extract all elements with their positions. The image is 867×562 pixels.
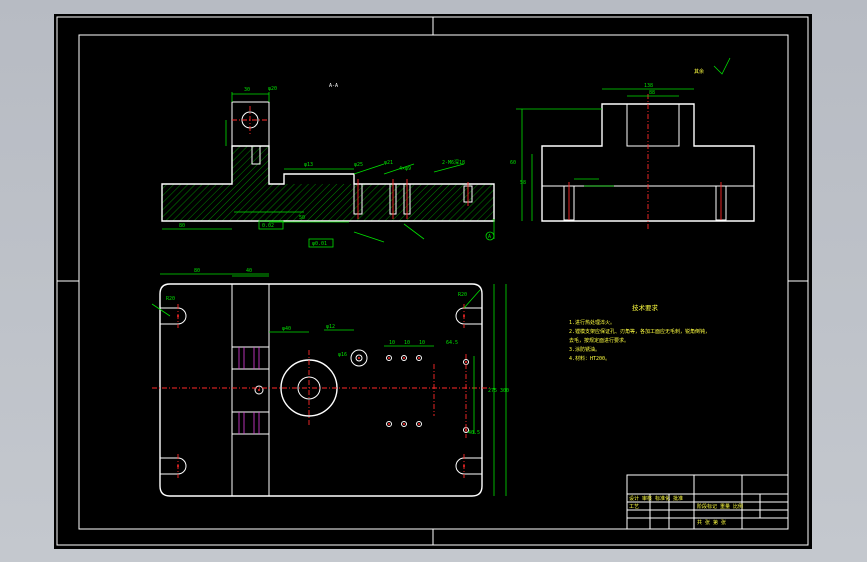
plan-dim-phi40: φ40 — [282, 326, 291, 332]
tech-requirements: 技术要求 1.进行热处理淬火。 2.镗模支架应保证孔、刃角等，各加工面应无毛刺，… — [569, 303, 710, 362]
plan-dim-10b: 10 — [404, 340, 410, 346]
tech-req-item-5: 4.材料：HT200。 — [569, 355, 610, 362]
plan-dim-40: 40 — [246, 268, 252, 274]
title-block-row-3: 阶段标记 重量 比例 — [697, 503, 743, 510]
dim-138: 138 — [644, 83, 653, 89]
cad-viewport[interactable]: A-A 30 φ20 φ13 φ25 φ21 4×φ9 2-M6深18 0.02… — [0, 0, 867, 562]
center-marks — [57, 17, 808, 545]
dim-phi21: φ21 — [384, 160, 393, 166]
dim-50: 50 — [299, 215, 305, 221]
dim-phi13: φ13 — [304, 162, 313, 168]
cad-drawing: A-A 30 φ20 φ13 φ25 φ21 4×φ9 2-M6深18 0.02… — [56, 16, 809, 546]
section-label: A-A — [329, 83, 338, 89]
plan-dim-phi12: φ12 — [326, 324, 335, 330]
dim-2-m6: 2-M6深18 — [442, 159, 465, 166]
tech-req-title: 技术要求 — [632, 303, 659, 312]
tech-req-item-3: 去毛，按规定面进行要求。 — [569, 337, 629, 344]
datum-a: A — [488, 234, 491, 240]
roughness-note: 其余 — [694, 68, 704, 75]
plan-dim-80: 80 — [194, 268, 200, 274]
dim-flatness: 0.02 — [262, 223, 274, 229]
side-view: 138 88 60 58 其余 — [510, 57, 755, 229]
tech-req-item-1: 1.进行热处理淬火。 — [569, 319, 615, 326]
tech-req-item-2: 2.镗模支架应保证孔、刃角等，各加工面应无毛刺，锐角倒钝， — [569, 328, 710, 335]
plan-view: 80 40 R20 φ40 φ12 φ16 10 10 10 64.5 R20 … — [151, 268, 509, 497]
dim-4xphi9: 4×φ9 — [399, 166, 411, 172]
dim-phi25: φ25 — [354, 162, 363, 168]
title-block: 设计 审核 标准化 批准 工艺 阶段标记 重量 比例 共 张 第 张 — [626, 474, 789, 530]
title-block-row-4: 共 张 第 张 — [697, 519, 726, 526]
dim-phi20: φ20 — [268, 86, 277, 92]
plan-dim-phi16: φ16 — [338, 352, 347, 358]
dim-30: 30 — [244, 87, 250, 93]
plan-dim-r20-right: R20 — [458, 292, 467, 298]
plan-dim-r20-left: R20 — [166, 296, 175, 302]
plan-dim-64-5: 64.5 — [446, 340, 458, 346]
dim-parallel: φ0.01 — [312, 241, 327, 247]
title-block-row-1: 设计 审核 标准化 批准 — [629, 495, 683, 502]
plan-dim-40-5: 40.5 — [468, 430, 480, 436]
dim-60: 60 — [510, 160, 516, 166]
plan-dim-300: 300 — [500, 388, 509, 394]
section-view: A-A 30 φ20 φ13 φ25 φ21 4×φ9 2-M6深18 0.02… — [161, 83, 495, 248]
sheet-inner-border — [78, 34, 789, 530]
plan-dim-10c: 10 — [419, 340, 425, 346]
sheet-outer-border — [56, 16, 809, 546]
tech-req-item-4: 3.涂防锈油。 — [569, 346, 600, 353]
dim-58: 58 — [520, 180, 526, 186]
plan-dim-275: 275 — [488, 388, 497, 394]
dim-88: 88 — [649, 90, 655, 96]
dim-80: 80 — [179, 223, 185, 229]
title-block-row-2: 工艺 — [629, 504, 639, 510]
drawing-sheet: A-A 30 φ20 φ13 φ25 φ21 4×φ9 2-M6深18 0.02… — [54, 14, 812, 549]
plan-dim-10a: 10 — [389, 340, 395, 346]
